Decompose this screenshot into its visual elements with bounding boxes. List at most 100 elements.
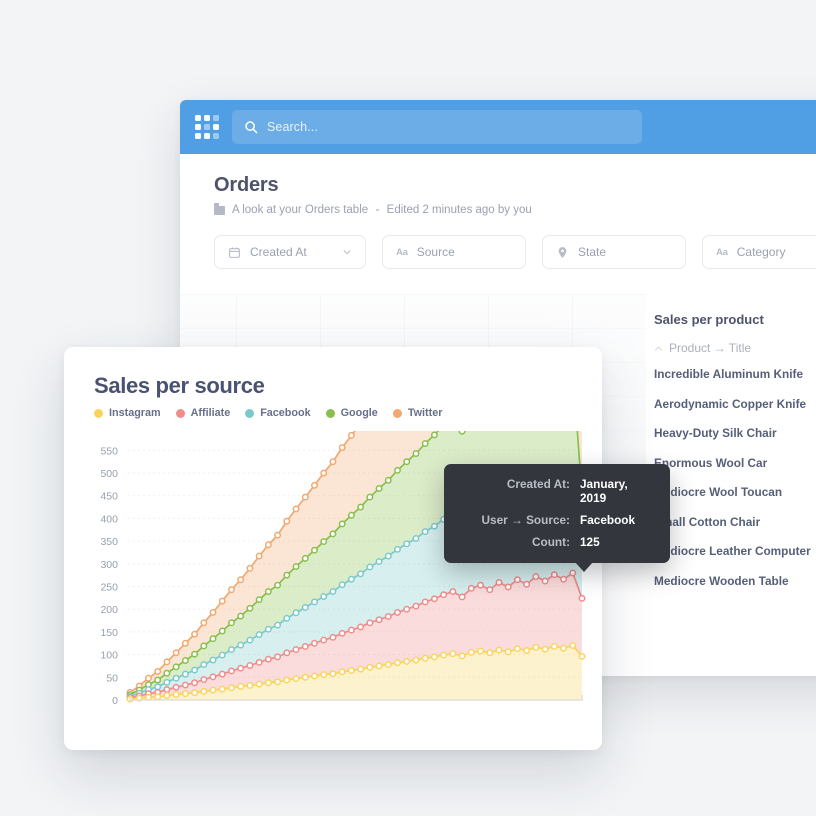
y-axis-tick-label: 100 (100, 650, 118, 662)
legend-color-dot (245, 408, 255, 418)
chart-tooltip: Created At: January, 2019 User → Source: Fa… (444, 464, 670, 572)
series-point (550, 571, 558, 579)
product-list-item[interactable]: Mediocre Wooden Table (654, 574, 816, 588)
filter-category[interactable]: Aa Category (702, 235, 816, 269)
legend-item[interactable]: Google (325, 407, 378, 419)
series-point (320, 636, 328, 644)
tooltip-key: Created At: (506, 477, 570, 491)
series-point (209, 686, 217, 694)
search-icon (245, 121, 258, 134)
series-point (283, 571, 291, 579)
y-axis-tick-label: 550 (100, 445, 118, 457)
series-point (513, 645, 521, 653)
series-point (430, 653, 438, 661)
series-point (513, 576, 521, 584)
product-row-list: Incredible Aluminum Knife Aerodynamic Cop… (654, 367, 816, 588)
series-point (172, 674, 180, 682)
series-point (274, 621, 282, 629)
series-point (255, 552, 263, 560)
page-description: A look at your Orders table (232, 204, 369, 216)
series-point (458, 593, 466, 601)
series-point (301, 673, 309, 681)
filter-source-label: Source (416, 245, 455, 259)
series-point (421, 598, 429, 606)
series-point (311, 672, 318, 680)
product-title-column-header[interactable]: Product → Title (654, 341, 816, 355)
product-list-item[interactable]: Aerodynamic Copper Knife (654, 397, 816, 411)
series-point (394, 659, 401, 667)
series-point (283, 517, 291, 525)
legend-item[interactable]: Affiliate (175, 407, 230, 419)
filter-source[interactable]: Aa Source (382, 235, 526, 269)
series-point (430, 431, 438, 439)
series-point (329, 530, 337, 538)
series-point (467, 584, 475, 592)
tooltip-key: User → Source: (481, 513, 570, 527)
series-point (209, 656, 217, 664)
series-point (154, 667, 162, 675)
series-point (218, 627, 226, 635)
series-point (191, 679, 199, 687)
series-point (394, 545, 401, 553)
series-point (338, 581, 346, 589)
tooltip-row: Count: 125 (462, 535, 652, 549)
product-list-item[interactable]: Enormous Wool Car (654, 456, 816, 470)
series-point (311, 546, 318, 554)
series-point (375, 616, 383, 624)
series-point (357, 570, 365, 578)
series-point (347, 511, 355, 519)
series-point (347, 667, 355, 674)
legend-label: Instagram (109, 407, 161, 419)
series-point (209, 673, 217, 681)
tooltip-value: 125 (580, 535, 600, 549)
page-subtitle: A look at your Orders table Edited 2 min… (214, 203, 816, 216)
tooltip-value: Facebook (580, 513, 636, 527)
metabase-logo-icon[interactable] (194, 114, 220, 140)
series-point (329, 633, 337, 641)
legend-item[interactable]: Facebook (245, 407, 311, 419)
product-list-item[interactable]: Small Cotton Chair (654, 515, 816, 529)
series-point (209, 608, 217, 616)
series-point (237, 612, 245, 620)
series-point (375, 558, 383, 566)
legend-item[interactable]: Twitter (392, 407, 442, 419)
y-axis-tick-label: 400 (100, 513, 118, 525)
series-point (191, 666, 199, 674)
filter-state[interactable]: State (542, 235, 686, 269)
series-point (357, 623, 365, 631)
series-point (218, 597, 226, 605)
series-point (495, 646, 503, 654)
series-point (172, 649, 180, 657)
series-point (412, 534, 420, 542)
series-point (486, 649, 494, 657)
series-point (218, 651, 226, 659)
text-aa-icon: Aa (396, 246, 408, 258)
filter-created-at[interactable]: Created At (214, 235, 366, 269)
top-navigation-bar: Search... Ask a question (180, 100, 816, 154)
series-point (311, 598, 318, 606)
legend-item[interactable]: Instagram (94, 407, 161, 419)
series-point (541, 645, 549, 653)
y-axis-tick-label: 0 (112, 695, 118, 707)
product-list-item[interactable]: Heavy-Duty Silk Chair (654, 426, 816, 440)
product-list-item[interactable]: Incredible Aluminum Knife (654, 367, 816, 381)
series-point (200, 676, 208, 684)
series-point (292, 646, 300, 654)
y-axis-tick-label: 300 (100, 559, 118, 571)
series-point (264, 541, 272, 549)
search-input[interactable]: Search... (232, 110, 642, 144)
y-axis-tick-label: 500 (100, 468, 118, 480)
series-point (181, 670, 189, 678)
series-point (329, 458, 337, 466)
product-list-item[interactable]: Mediocre Leather Computer (654, 544, 816, 558)
series-point (301, 493, 309, 501)
product-list-item[interactable]: Mediocre Wool Toucan (654, 485, 816, 499)
series-point (246, 682, 254, 689)
series-point (191, 630, 199, 638)
series-point (523, 647, 531, 654)
series-point (338, 520, 346, 528)
series-point (228, 667, 235, 675)
series-point (458, 431, 466, 435)
series-point (467, 648, 475, 656)
series-point (421, 528, 429, 536)
